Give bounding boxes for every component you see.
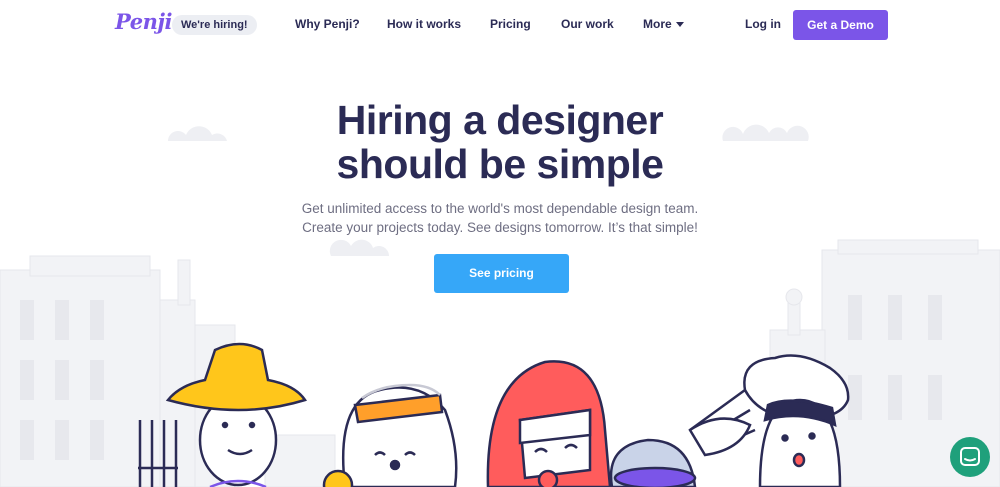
robot-character xyxy=(609,388,756,487)
nav-link-how-it-works[interactable]: How it works xyxy=(387,17,461,31)
hero-subtitle-line-2: Create your projects today. See designs … xyxy=(302,220,698,235)
dog-character xyxy=(322,383,458,487)
login-link[interactable]: Log in xyxy=(745,17,781,31)
chat-widget-button[interactable] xyxy=(950,437,990,477)
top-navigation: Penji We're hiring! Why Penji? How it wo… xyxy=(0,0,1000,50)
hero-illustration xyxy=(0,124,1000,487)
city-left xyxy=(0,255,336,487)
nav-link-our-work[interactable]: Our work xyxy=(561,17,614,31)
hiring-badge[interactable]: We're hiring! xyxy=(172,15,257,35)
nav-link-pricing[interactable]: Pricing xyxy=(490,17,531,31)
red-hood-character xyxy=(486,360,612,487)
hero-title: Hiring a designer should be simple xyxy=(250,98,750,186)
nav-more-label: More xyxy=(643,17,672,31)
hero-title-line-2: should be simple xyxy=(336,141,664,187)
nav-link-why-penji[interactable]: Why Penji? xyxy=(295,17,360,31)
hero-subtitle-line-1: Get unlimited access to the world's most… xyxy=(301,201,699,216)
chat-icon xyxy=(960,447,980,466)
see-pricing-button[interactable]: See pricing xyxy=(434,254,569,293)
hero-title-line-1: Hiring a designer xyxy=(336,97,664,143)
get-a-demo-button[interactable]: Get a Demo xyxy=(793,10,888,40)
chef-character xyxy=(743,354,850,487)
nav-more-dropdown[interactable]: More xyxy=(643,17,684,31)
chevron-down-icon xyxy=(675,22,684,27)
penji-logo[interactable]: Penji xyxy=(115,9,172,34)
